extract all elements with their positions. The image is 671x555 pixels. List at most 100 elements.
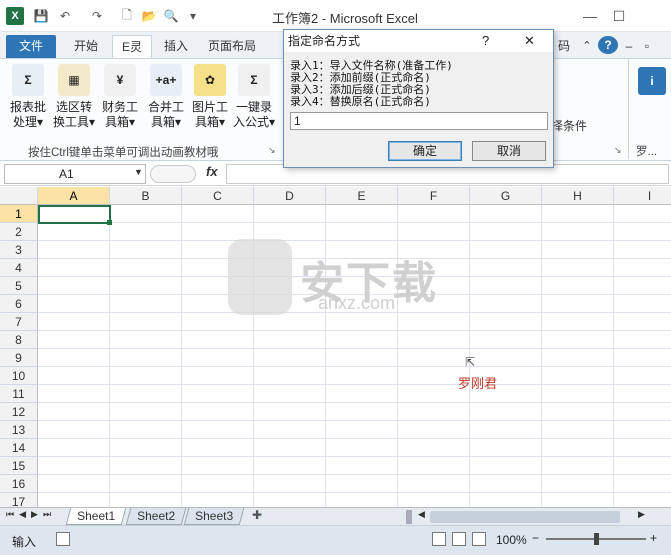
- new-file-icon[interactable]: 🗋: [118, 7, 136, 25]
- insert-function-icon[interactable]: fx: [206, 164, 218, 179]
- column-header[interactable]: B: [110, 187, 182, 205]
- name-box[interactable]: A1: [4, 164, 146, 184]
- normal-view-icon[interactable]: [432, 532, 446, 546]
- merge-tools-icon: +a+: [150, 64, 182, 96]
- row-header[interactable]: 17: [0, 493, 38, 507]
- row-header[interactable]: 1: [0, 205, 38, 223]
- dialog-launcher-icon-2[interactable]: ↘: [614, 145, 622, 156]
- select-all-corner[interactable]: [0, 187, 38, 205]
- column-header[interactable]: E: [326, 187, 398, 205]
- zoom-in-icon[interactable]: +: [650, 531, 657, 545]
- gridline: [38, 402, 671, 403]
- window-title: 工作簿2 - Microsoft Excel: [272, 11, 418, 26]
- help-icon[interactable]: ?: [598, 36, 618, 54]
- row-header[interactable]: 9: [0, 349, 38, 367]
- ribbon-button-6[interactable]: Σ 一键录 入公式▾: [232, 61, 276, 141]
- tab-home[interactable]: 开始: [64, 35, 108, 58]
- row-header[interactable]: 15: [0, 457, 38, 475]
- fill-handle[interactable]: [107, 220, 112, 225]
- column-header[interactable]: H: [542, 187, 614, 205]
- tab-partial[interactable]: 码: [554, 35, 574, 58]
- row-header[interactable]: 2: [0, 223, 38, 241]
- row-header[interactable]: 14: [0, 439, 38, 457]
- tab-split-handle[interactable]: [406, 510, 412, 524]
- page-break-view-icon[interactable]: [472, 532, 486, 546]
- gridline: [38, 474, 671, 475]
- formula-entry-icon: Σ: [238, 64, 270, 96]
- horizontal-scrollbar-thumb[interactable]: [430, 511, 620, 523]
- mode-indicator: 输入: [12, 535, 37, 549]
- column-header[interactable]: F: [398, 187, 470, 205]
- row-header[interactable]: 6: [0, 295, 38, 313]
- column-header[interactable]: C: [182, 187, 254, 205]
- tab-file[interactable]: 文件: [6, 35, 56, 58]
- cancel-button[interactable]: 取消: [472, 141, 546, 161]
- tab-page-layout[interactable]: 页面布局: [200, 35, 264, 58]
- undo-icon[interactable]: ↶: [56, 7, 74, 25]
- macro-record-icon[interactable]: [56, 532, 70, 546]
- instruction-line: 录入4：替换原名(正式命名): [290, 95, 431, 108]
- column-header[interactable]: A: [38, 187, 110, 205]
- row-header[interactable]: 11: [0, 385, 38, 403]
- save-icon[interactable]: 💾: [32, 7, 50, 25]
- row-header[interactable]: 13: [0, 421, 38, 439]
- cell-text: 罗刚君: [458, 376, 498, 391]
- zoom-slider-thumb[interactable]: [594, 533, 599, 545]
- row-header[interactable]: 8: [0, 331, 38, 349]
- redo-icon[interactable]: ↷: [88, 7, 106, 25]
- sheet-nav-icons[interactable]: ⏮◀▶⏭: [6, 509, 56, 520]
- ribbon-button-4[interactable]: +a+ 合并工 具箱▾: [144, 61, 188, 141]
- scroll-left-icon[interactable]: ◀: [418, 509, 425, 520]
- about-icon[interactable]: i: [638, 67, 666, 95]
- name-box-dropdown-icon[interactable]: ▼: [134, 167, 143, 177]
- column-header[interactable]: I: [614, 187, 671, 205]
- dialog-launcher-icon[interactable]: ↘: [268, 145, 276, 156]
- row-header[interactable]: 16: [0, 475, 38, 493]
- sheet-tab[interactable]: Sheet1: [65, 508, 127, 525]
- excel-logo-icon: X: [6, 7, 24, 25]
- restore-workbook-icon[interactable]: ▫: [640, 35, 654, 58]
- row-header[interactable]: 7: [0, 313, 38, 331]
- sheet-tab[interactable]: Sheet3: [183, 508, 245, 525]
- column-header[interactable]: D: [254, 187, 326, 205]
- row-header[interactable]: 4: [0, 259, 38, 277]
- ok-button[interactable]: 确定: [388, 141, 462, 161]
- dialog-close-button[interactable]: ✕: [524, 33, 535, 49]
- customize-qat-icon[interactable]: ▾: [184, 7, 202, 25]
- ribbon-button-label: 合并工: [147, 100, 184, 114]
- open-folder-icon[interactable]: 📂: [140, 7, 158, 25]
- gridline: [38, 222, 671, 223]
- row-header[interactable]: 5: [0, 277, 38, 295]
- minimize-workbook-icon[interactable]: –: [622, 35, 636, 58]
- row-header[interactable]: 10: [0, 367, 38, 385]
- row-header[interactable]: 12: [0, 403, 38, 421]
- sheet-tab-label: Sheet1: [77, 509, 116, 523]
- mode-input[interactable]: 1: [290, 112, 548, 130]
- row-header[interactable]: 3: [0, 241, 38, 259]
- spreadsheet-grid[interactable]: ABCDEFGHI 1 2 3 4 5 6 7 8 9 10 11 12 13 14 15 16 17 安下载 …: [0, 187, 671, 507]
- ribbon-button-1[interactable]: Σ 报表批 处理▾: [6, 61, 50, 141]
- tab-insert[interactable]: 插入: [156, 35, 196, 58]
- print-preview-icon[interactable]: 🔍: [162, 7, 180, 25]
- collapse-ribbon-icon[interactable]: ⌃: [580, 35, 594, 58]
- dialog-help-button[interactable]: ?: [482, 33, 489, 48]
- gridline: [613, 205, 614, 507]
- insert-sheet-icon[interactable]: ✚: [252, 508, 262, 522]
- gridline: [38, 240, 671, 241]
- zoom-out-icon[interactable]: −: [532, 531, 539, 545]
- ribbon-button-3[interactable]: ¥ 财务工 具箱▾: [98, 61, 142, 141]
- formula-zoom-control[interactable]: [150, 165, 196, 183]
- column-header[interactable]: G: [470, 187, 542, 205]
- page-layout-view-icon[interactable]: [452, 532, 466, 546]
- tab-eling[interactable]: E灵: [112, 35, 152, 58]
- select-condition-button[interactable]: 择条件: [551, 117, 587, 134]
- ribbon-button-5[interactable]: ✿ 图片工 具箱▾: [188, 61, 232, 141]
- status-bar: 输入 100% − +: [0, 525, 671, 555]
- ribbon-button-2[interactable]: ▦ 选区转 换工具▾: [52, 61, 96, 141]
- sheet-tab[interactable]: Sheet2: [125, 508, 187, 525]
- zoom-level[interactable]: 100%: [496, 533, 527, 547]
- active-cell-a1[interactable]: [38, 205, 111, 224]
- restore-button[interactable]: ☐: [609, 6, 629, 26]
- minimize-button[interactable]: —: [580, 6, 600, 26]
- scroll-right-icon[interactable]: ▶: [638, 509, 645, 520]
